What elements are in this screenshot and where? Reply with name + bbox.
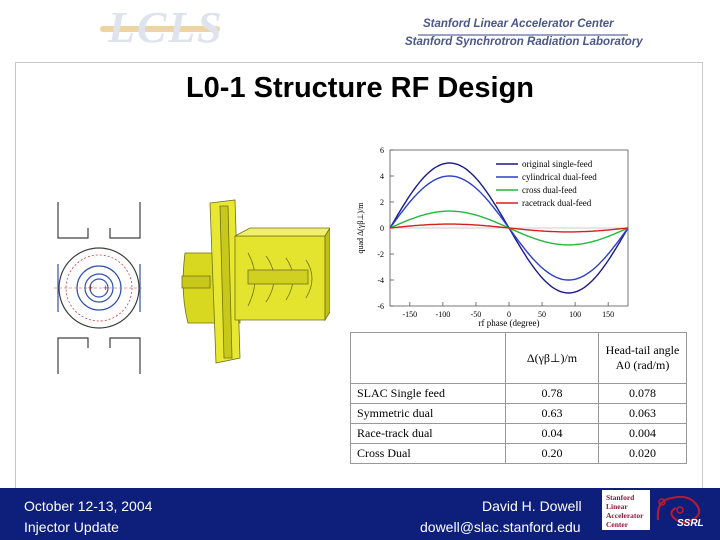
- header-banner: LCLS Stanford Linear Accelerator Center …: [0, 0, 720, 60]
- row-kick: 0.04: [505, 423, 599, 444]
- header-blank: [350, 332, 506, 384]
- svg-text:+: +: [88, 283, 93, 293]
- table-row: Cross Dual 0.20 0.020: [350, 443, 687, 464]
- footer-event: Injector Update: [24, 519, 119, 535]
- slac-logo-line: Stanford: [606, 493, 635, 502]
- legend-label: original single-feed: [522, 159, 593, 169]
- y-axis-label: quad Δ(γβ⊥)/m: [356, 202, 365, 254]
- rf-phase-chart: 6420-2-4-6 -150 -100 -50 0 50 100 150 original…: [356, 146, 629, 328]
- legend-label: cross dual-feed: [522, 185, 577, 195]
- row-label: Cross Dual: [350, 443, 506, 464]
- table-row: Symmetric dual 0.63 0.063: [350, 403, 687, 424]
- slac-logo-line: Accelerator: [606, 511, 644, 520]
- structure-3d-model: [181, 199, 330, 364]
- ssrl-logo-text: SSRL: [677, 518, 704, 529]
- x-axis-label: rf phase (degree): [479, 318, 540, 328]
- org-line-1: Stanford Linear Accelerator Center: [423, 18, 614, 30]
- row-angle: 0.078: [598, 383, 687, 404]
- legend-label: cylindrical dual-feed: [522, 172, 597, 182]
- x-tick-label: -150: [402, 310, 417, 319]
- y-tick-label: -4: [377, 276, 384, 285]
- footer-email: dowell@slac.stanford.edu: [420, 519, 581, 535]
- row-angle: 0.063: [598, 403, 687, 424]
- table-row: Race-track dual 0.04 0.004: [350, 423, 687, 444]
- rf-results-table: Δ(γβ⊥)/m Head-tail angle A0 (rad/m) SLAC …: [350, 332, 687, 464]
- slide-title: L0-1 Structure RF Design: [185, 72, 535, 104]
- x-tick-label: 150: [602, 310, 614, 319]
- row-label: Race-track dual: [350, 423, 506, 444]
- row-kick: 0.20: [505, 443, 599, 464]
- org-line-2: Stanford Synchrotron Radiation Laborator…: [405, 36, 643, 48]
- y-tick-label: 4: [380, 172, 384, 181]
- table-row: SLAC Single feed 0.78 0.078: [350, 383, 687, 404]
- x-tick-label: 100: [569, 310, 581, 319]
- header-angle-line2: A0 (rad/m): [615, 358, 670, 372]
- row-angle: 0.004: [598, 423, 687, 444]
- row-label: Symmetric dual: [350, 403, 506, 424]
- row-angle: 0.020: [598, 443, 687, 464]
- table-header-row: Δ(γβ⊥)/m Head-tail angle A0 (rad/m): [350, 332, 687, 384]
- slac-logo-line: Center: [606, 520, 629, 529]
- header-angle-line1: Head-tail angle: [605, 343, 680, 357]
- y-tick-label: -6: [377, 302, 384, 311]
- slac-logo: Stanford Linear Accelerator Center: [602, 490, 650, 530]
- row-kick: 0.78: [505, 383, 599, 404]
- svg-text:+: +: [103, 283, 108, 293]
- y-tick-label: 0: [380, 224, 384, 233]
- legend-label: racetrack dual-feed: [522, 198, 592, 208]
- slac-logo-line: Linear: [606, 502, 628, 511]
- header-kick: Δ(γβ⊥)/m: [505, 332, 599, 384]
- footer-date: October 12-13, 2004: [24, 498, 153, 514]
- y-tick-label: 6: [380, 146, 384, 155]
- header-angle: Head-tail angle A0 (rad/m): [598, 332, 687, 384]
- x-tick-label: -100: [436, 310, 451, 319]
- structure-cross-section-drawing: + +: [54, 202, 144, 374]
- footer-author: David H. Dowell: [482, 498, 582, 514]
- row-kick: 0.63: [505, 403, 599, 424]
- lcls-logo: LCLS: [108, 3, 224, 52]
- y-tick-label: 2: [380, 198, 384, 207]
- row-label: SLAC Single feed: [350, 383, 506, 404]
- y-tick-label: -2: [377, 250, 384, 259]
